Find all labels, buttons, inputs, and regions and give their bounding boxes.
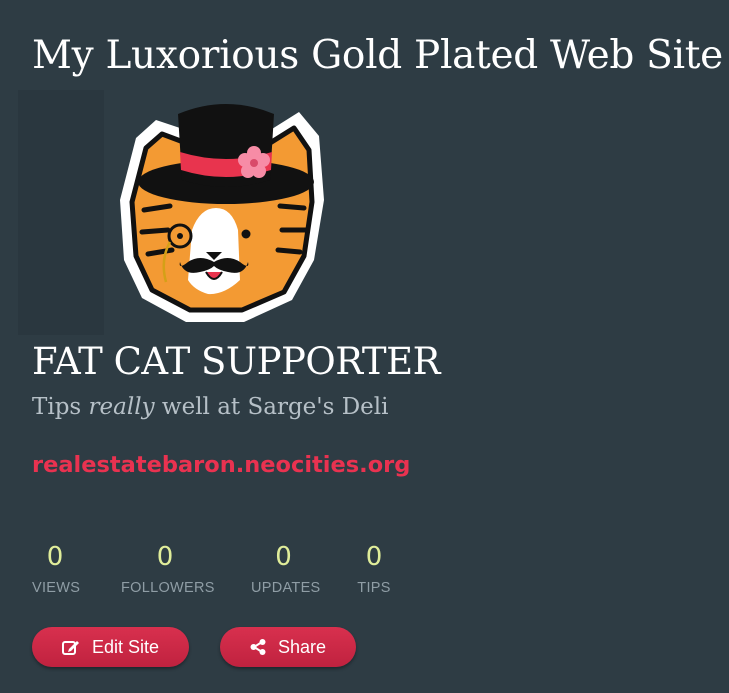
stat-value: 0: [365, 542, 383, 572]
share-button[interactable]: Share: [220, 627, 356, 667]
edit-site-button[interactable]: Edit Site: [32, 627, 189, 667]
stat-updates: 0 UPDATES: [251, 540, 321, 596]
stat-value: 0: [46, 542, 64, 572]
site-title: My Luxorious Gold Plated Web Site: [32, 33, 723, 78]
stat-label: VIEWS: [32, 580, 81, 596]
stat-followers: 0 FOLLOWERS: [121, 540, 215, 596]
stat-value: 0: [275, 542, 292, 572]
share-icon: [250, 639, 266, 655]
fat-cat-avatar-icon: [120, 104, 324, 322]
edit-icon: [61, 641, 79, 655]
site-url-link[interactable]: realestatebaron.neocities.org: [32, 449, 410, 481]
tagline-emphasis: really: [88, 394, 155, 420]
profile-tagline: Tips really well at Sarge's Deli: [32, 391, 388, 423]
tagline-suffix: well at Sarge's Deli: [154, 394, 389, 420]
stat-label: FOLLOWERS: [121, 580, 215, 596]
stat-views: 0 VIEWS: [32, 540, 81, 596]
share-label: Share: [277, 636, 327, 657]
profile-heading: FAT CAT SUPPORTER: [32, 340, 440, 383]
stat-tips: 0 TIPS: [356, 540, 392, 596]
stat-value: 0: [156, 542, 174, 572]
stat-label: TIPS: [357, 580, 391, 596]
edit-site-label: Edit Site: [91, 636, 160, 657]
tagline-prefix: Tips: [32, 394, 89, 420]
stat-label: UPDATES: [251, 580, 321, 596]
avatar-background: [18, 90, 104, 335]
profile-avatar: [18, 90, 338, 335]
